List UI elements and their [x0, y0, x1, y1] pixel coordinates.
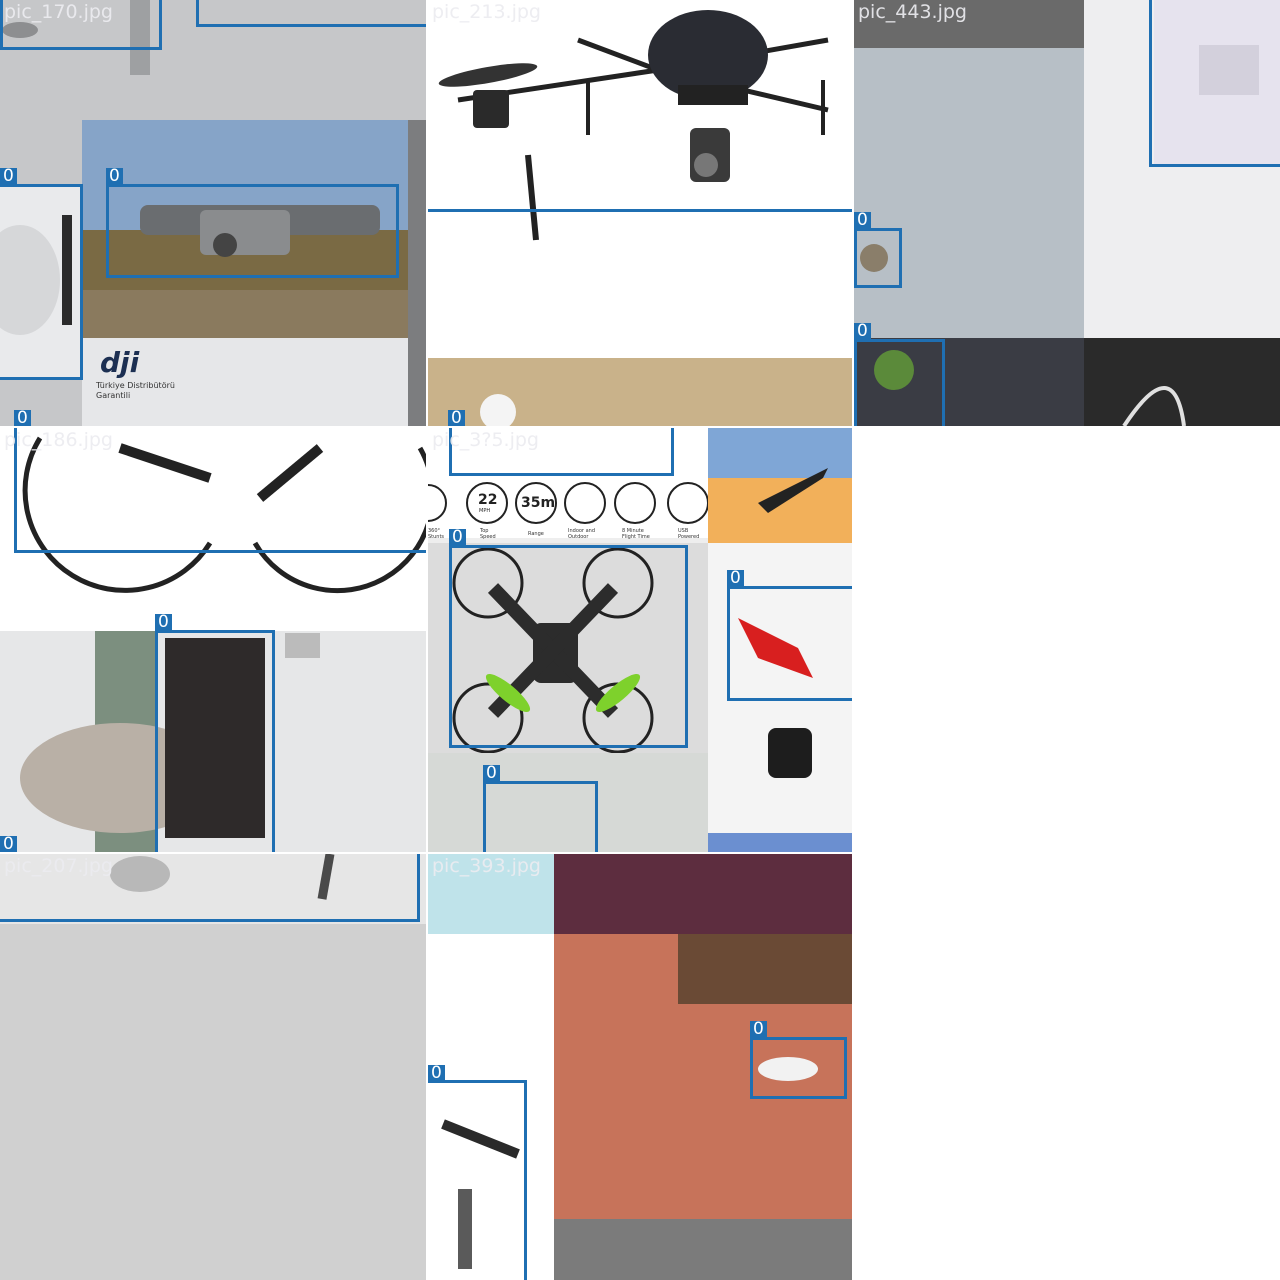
feature-caption: 8 Minute Flight Time [622, 528, 650, 540]
bounding-box [196, 0, 426, 27]
bounding-box [428, 1080, 527, 1280]
class-label: 0 [854, 212, 871, 229]
bounding-box [155, 630, 275, 852]
mosaic-tile: pic_207.jpg [0, 854, 426, 1280]
class-label: 0 [0, 168, 17, 185]
class-label: 0 [106, 168, 123, 185]
tile-filename: pic_207.jpg [4, 855, 113, 877]
class-label: 0 [727, 570, 744, 587]
mosaic-tile: pic_186.jpg 0 0 [0, 428, 426, 852]
class-label: 0 [14, 410, 31, 426]
class-label: 0 [449, 529, 466, 546]
mosaic-tile: pic_393.jpg 0 0 [428, 854, 852, 1280]
feature-caption: Top Speed [480, 528, 496, 540]
mosaic-tile: pic_443.jpg 0 0 [854, 0, 1280, 426]
speed-unit: MPH [479, 508, 491, 514]
class-label: 0 [750, 1021, 767, 1038]
mosaic-tile: 22 MPH 35m 360° Stunts Top Speed Range I… [428, 428, 852, 852]
logo-subtext-1: Türkiye Distribütörü [96, 381, 175, 390]
mosaic-tile: dji Türkiye Distribütörü Garantili pic_1… [0, 0, 426, 426]
bounding-box [854, 228, 902, 288]
bounding-box [428, 0, 852, 212]
bounding-box [106, 184, 399, 278]
bounding-box [750, 1037, 847, 1099]
tile-filename: pic_213.jpg [432, 1, 541, 23]
tile-filename: pic_186.jpg [4, 429, 113, 451]
logo-subtext-2: Garantili [96, 391, 131, 400]
speed-value: 22 [478, 492, 498, 508]
class-label: 0 [854, 323, 871, 340]
feature-caption: Range [528, 531, 544, 537]
feature-caption: USB Powered [678, 528, 700, 540]
tile-filename: pic_393.jpg [432, 855, 541, 877]
class-label: 0 [483, 765, 500, 782]
bounding-box [449, 545, 688, 748]
bounding-box [854, 339, 945, 426]
mosaic-tile: pic_213.jpg 0 [428, 0, 852, 426]
feature-caption: Indoor and Outdoor [568, 528, 595, 540]
range-value: 35m [521, 495, 556, 511]
bounding-box [1149, 0, 1280, 167]
class-label: 0 [448, 410, 465, 426]
bounding-box [483, 781, 598, 852]
tile-filename: pic_170.jpg [4, 1, 113, 23]
class-label: 0 [155, 614, 172, 631]
class-label: 0 [428, 1065, 445, 1082]
tile-filename: pic_3?5.jpg [432, 429, 539, 451]
bounding-box [727, 586, 852, 701]
feature-caption: 360° Stunts [428, 528, 445, 540]
class-label: 0 [0, 836, 17, 852]
dji-logo: dji [100, 346, 140, 379]
tile-filename: pic_443.jpg [858, 1, 967, 23]
bounding-box [0, 184, 83, 380]
